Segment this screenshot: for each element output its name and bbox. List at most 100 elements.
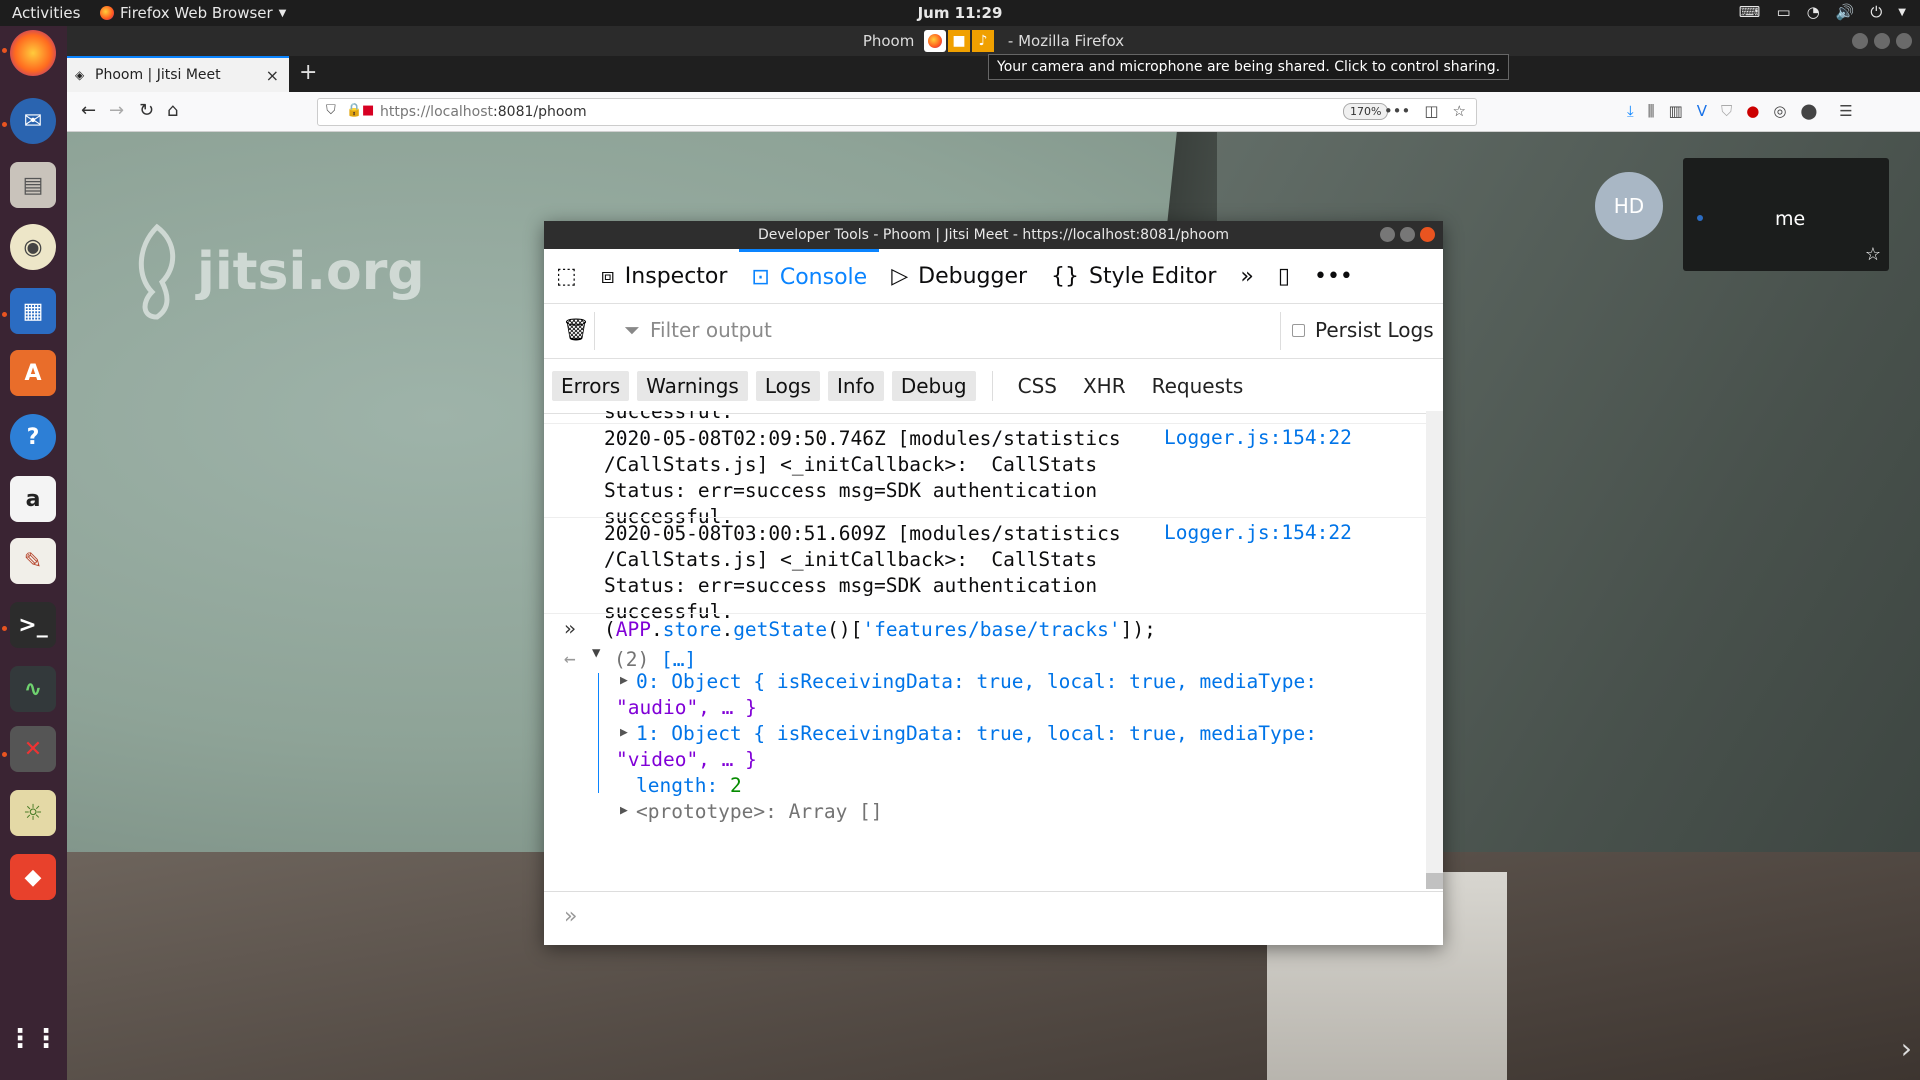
filter-debug[interactable]: Debug	[891, 371, 976, 401]
camera-icon[interactable]: ■	[948, 30, 970, 52]
participant-avatar[interactable]: HD	[1595, 172, 1663, 240]
star-icon[interactable]: ☆	[1865, 244, 1881, 265]
url-text[interactable]: https://localhost:8081/phoom	[380, 104, 587, 120]
result-item-0[interactable]: 0: Object { isReceivingData: true, local…	[636, 669, 1317, 695]
console-input[interactable]: »	[544, 891, 1443, 946]
home-button[interactable]: ⌂	[167, 100, 178, 121]
filter-errors[interactable]: Errors	[552, 371, 630, 401]
zoom-indicator[interactable]: 170%	[1343, 103, 1389, 120]
filter-output-input[interactable]: Filter output	[650, 318, 772, 342]
back-button[interactable]: ←	[81, 100, 96, 121]
tab-style-editor[interactable]: {} Style Editor	[1039, 249, 1228, 303]
extension-privacy-icon[interactable]: ◎	[1773, 102, 1786, 120]
sidebar-icon[interactable]: ▥	[1669, 102, 1683, 120]
tab-close-icon[interactable]: ×	[266, 66, 279, 85]
filter-css[interactable]: CSS	[1009, 371, 1066, 401]
activities-button[interactable]: Activities	[12, 4, 80, 22]
lock-warning-icon[interactable]: 🔒	[346, 103, 362, 118]
expand-triangle-icon[interactable]: ▶	[620, 725, 628, 740]
camera-sharing-icon[interactable]: ■	[362, 103, 374, 118]
extension-ublock-icon[interactable]: ●	[1746, 102, 1759, 120]
tab-inspector[interactable]: ⧈ Inspector	[589, 249, 740, 303]
dock-text-editor-icon[interactable]: ✎	[10, 538, 56, 584]
log-source-link[interactable]: Logger.js:154:22	[1164, 426, 1352, 449]
filter-requests[interactable]: Requests	[1143, 371, 1253, 401]
console-scrollbar[interactable]	[1426, 411, 1443, 889]
result-prototype[interactable]: <prototype>: Array []	[636, 799, 1166, 825]
responsive-design-button[interactable]: ▯	[1266, 249, 1302, 303]
persist-logs-toggle[interactable]: Persist Logs	[1292, 318, 1434, 342]
dock-files-icon[interactable]: ▤	[10, 162, 56, 208]
expand-triangle-icon[interactable]: ▶	[620, 673, 628, 688]
network-icon[interactable]: ◔	[1807, 3, 1820, 21]
element-picker-button[interactable]: ⬚	[544, 249, 589, 303]
chevron-right-icon[interactable]: ›	[1901, 1032, 1912, 1065]
trash-icon[interactable]: 🗑	[562, 318, 590, 343]
filter-warnings[interactable]: Warnings	[637, 371, 748, 401]
dock-tools-icon[interactable]: ✕	[10, 726, 56, 772]
minimize-button[interactable]	[1852, 33, 1868, 49]
devtools-close-button[interactable]	[1420, 227, 1435, 242]
forward-button[interactable]: →	[109, 100, 124, 121]
log-source-link[interactable]: Logger.js:154:22	[1164, 521, 1352, 544]
page-actions-icon[interactable]: •••	[1384, 102, 1411, 120]
keyboard-layout-icon[interactable]: ▭	[1776, 3, 1790, 21]
bookmark-star-icon[interactable]: ☆	[1453, 102, 1466, 120]
system-tray[interactable]: ⌨ ▭ ◔ 🔊 ⏻ ▼	[1739, 3, 1906, 21]
menu-icon[interactable]: ☰	[1839, 102, 1852, 120]
pocket-icon[interactable]: ◫	[1424, 102, 1438, 120]
filter-info[interactable]: Info	[827, 371, 884, 401]
local-video-thumbnail[interactable]: me ☆	[1683, 158, 1889, 271]
show-applications-icon[interactable]: ⋮⋮	[7, 1016, 59, 1062]
new-tab-button[interactable]: +	[299, 60, 317, 85]
extension-vue-icon[interactable]: V	[1697, 102, 1707, 120]
dock-system-monitor-icon[interactable]: ∿	[10, 666, 56, 712]
dock-thunderbird-icon[interactable]: ✉	[10, 98, 56, 144]
console-scrollbar-thumb[interactable]	[1426, 873, 1443, 889]
downloads-icon[interactable]: ⤓	[1627, 102, 1634, 120]
dock-firefox-icon[interactable]	[10, 30, 56, 76]
devtools-minimize-button[interactable]	[1380, 227, 1395, 242]
tab-console[interactable]: ⊡ Console	[739, 249, 880, 303]
devtools-menu-button[interactable]: •••	[1302, 249, 1365, 303]
dock-terminal-icon[interactable]: >_	[10, 602, 56, 648]
chevron-down-icon[interactable]: ▼	[1898, 7, 1906, 18]
reload-button[interactable]: ↻	[139, 100, 154, 121]
devtools-maximize-button[interactable]	[1400, 227, 1415, 242]
collapse-triangle-icon[interactable]: ▼	[592, 645, 600, 661]
dock-amazon-icon[interactable]: a	[10, 476, 56, 522]
local-name-label: me	[1775, 208, 1806, 230]
extension-shield-icon[interactable]: ⛉	[1721, 102, 1732, 120]
tab-phoom[interactable]: ◈ Phoom | Jitsi Meet ×	[67, 56, 289, 92]
dock-settings-icon[interactable]: ☼	[10, 790, 56, 836]
dock: ✉ ▤ ◉ ▦ A ? a ✎ >_ ∿ ✕ ☼ ◆ ⋮⋮	[0, 26, 67, 1080]
persist-logs-checkbox[interactable]	[1292, 323, 1305, 337]
volume-icon[interactable]: 🔊	[1836, 3, 1855, 21]
firefox-icon	[100, 6, 114, 20]
maximize-button[interactable]	[1874, 33, 1890, 49]
result-item-1[interactable]: 1: Object { isReceivingData: true, local…	[636, 721, 1317, 747]
jitsi-watermark[interactable]: jitsi.org	[127, 222, 425, 322]
microphone-icon[interactable]: ♪	[972, 30, 994, 52]
keyboard-icon[interactable]: ⌨	[1739, 3, 1761, 21]
filter-xhr[interactable]: XHR	[1074, 371, 1135, 401]
filter-logs[interactable]: Logs	[755, 371, 820, 401]
library-icon[interactable]: ⫼	[1648, 102, 1655, 120]
shield-icon[interactable]: ⛉	[326, 103, 336, 118]
more-tools-button[interactable]: »	[1228, 249, 1265, 303]
clock[interactable]: Jum 11:29	[0, 4, 1920, 22]
dock-anydesk-icon[interactable]: ◆	[10, 854, 56, 900]
power-icon[interactable]: ⏻	[1870, 3, 1882, 21]
tab-debugger[interactable]: ▷ Debugger	[879, 249, 1039, 303]
dock-rhythmbox-icon[interactable]: ◉	[10, 224, 56, 270]
app-menu[interactable]: Firefox Web Browser ▼	[100, 4, 286, 22]
url-bar[interactable]: ⛉ 🔒 ■ https://localhost:8081/phoom 170% …	[317, 98, 1477, 126]
dock-help-icon[interactable]: ?	[10, 414, 56, 460]
close-button[interactable]	[1896, 33, 1912, 49]
dock-software-icon[interactable]: A	[10, 350, 56, 396]
firefox-sharing-icon[interactable]	[924, 30, 946, 52]
dock-writer-icon[interactable]: ▦	[10, 288, 56, 334]
extension-multi-icon[interactable]: ⬤	[1800, 102, 1817, 120]
expand-triangle-icon[interactable]: ▶	[620, 803, 628, 818]
sharing-indicator[interactable]: ■ ♪	[924, 30, 994, 52]
